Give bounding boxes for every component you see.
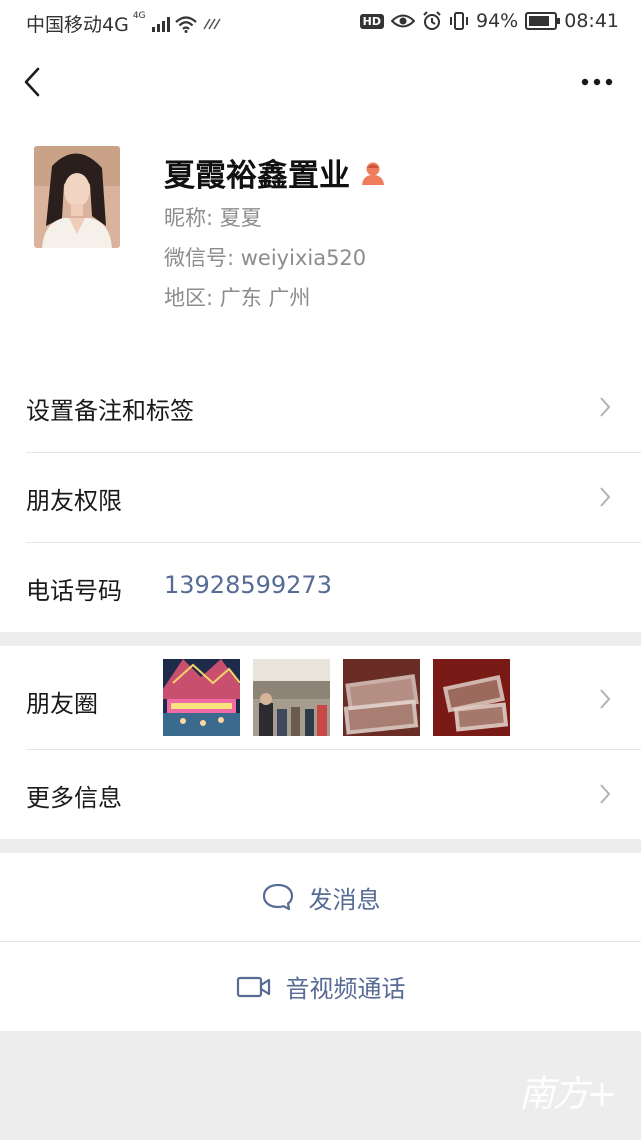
- moments-row[interactable]: 朋友圈: [0, 646, 641, 749]
- moments-thumbnail: [343, 659, 420, 736]
- moments-thumbnail: [163, 659, 240, 736]
- profile-card: 夏霞裕鑫置业 昵称: 夏夏 微信号: weiyixia520 地区: 广东 广州: [0, 120, 641, 362]
- top-nav-bar: [0, 44, 641, 120]
- hd-badge: HD: [359, 13, 384, 29]
- avatar[interactable]: [34, 146, 120, 248]
- remark-tags-label: 设置备注和标签: [26, 397, 194, 425]
- video-camera-icon: [236, 976, 270, 997]
- alarm-icon: [423, 11, 441, 30]
- status-bar: 中国移动4G 4G HD 94% 08:41: [0, 0, 641, 44]
- watermark-logo: 南方+: [518, 1074, 617, 1115]
- remark-tags-row[interactable]: 设置备注和标签: [0, 362, 641, 452]
- battery-percent: 94%: [476, 10, 519, 32]
- chevron-right-icon: [600, 397, 611, 417]
- moments-thumbnail: [253, 659, 330, 736]
- more-info-label: 更多信息: [26, 784, 122, 812]
- profile-name-text: 夏霞裕鑫置业: [164, 158, 350, 194]
- status-left: 中国移动4G 4G: [26, 10, 224, 37]
- phone-label: 电话号码: [26, 577, 122, 605]
- phone-number-link[interactable]: 13928599273: [164, 571, 332, 599]
- wechat-id-line: 微信号: weiyixia520: [164, 246, 367, 270]
- speed-icon: [202, 18, 221, 29]
- moments-label: 朋友圈: [26, 690, 98, 718]
- status-right: HD 94% 08:41: [359, 10, 619, 32]
- female-gender-icon: [362, 162, 384, 185]
- profile-name: 夏霞裕鑫置业: [164, 150, 386, 195]
- chevron-right-icon: [600, 784, 611, 804]
- clock-time: 08:41: [564, 10, 619, 32]
- chevron-right-icon: [600, 487, 611, 507]
- chat-bubble-icon: [262, 883, 293, 911]
- vibrate-icon: [450, 12, 468, 30]
- chevron-right-icon: [600, 689, 611, 709]
- battery-icon: [525, 12, 561, 30]
- eye-icon: [391, 14, 415, 28]
- carrier-label: 中国移动4G: [26, 14, 129, 36]
- video-call-button[interactable]: 音视频通话: [0, 942, 641, 1031]
- moments-thumbnail: [433, 659, 510, 736]
- video-call-label: 音视频通话: [285, 975, 406, 1003]
- nickname-line: 昵称: 夏夏: [164, 206, 262, 230]
- moments-thumbnails: [163, 659, 510, 736]
- send-message-button[interactable]: 发消息: [0, 853, 641, 941]
- phone-row: 电话号码 13928599273: [0, 543, 641, 632]
- wifi-icon: [174, 15, 197, 33]
- more-dots-icon[interactable]: [581, 78, 613, 86]
- info-menu-group: 设置备注和标签 朋友权限 电话号码 13928599273: [0, 362, 641, 632]
- chevron-left-icon[interactable]: [20, 66, 48, 98]
- friend-permissions-row[interactable]: 朋友权限: [0, 453, 641, 542]
- network-badge: 4G: [132, 10, 146, 21]
- friend-permissions-label: 朋友权限: [26, 487, 122, 515]
- moments-menu-group: 朋友圈 更多信息: [0, 646, 641, 839]
- region-line: 地区: 广东 广州: [164, 286, 311, 310]
- more-info-row[interactable]: 更多信息: [0, 750, 641, 839]
- signal-icon: [151, 16, 170, 32]
- send-message-label: 发消息: [308, 885, 381, 914]
